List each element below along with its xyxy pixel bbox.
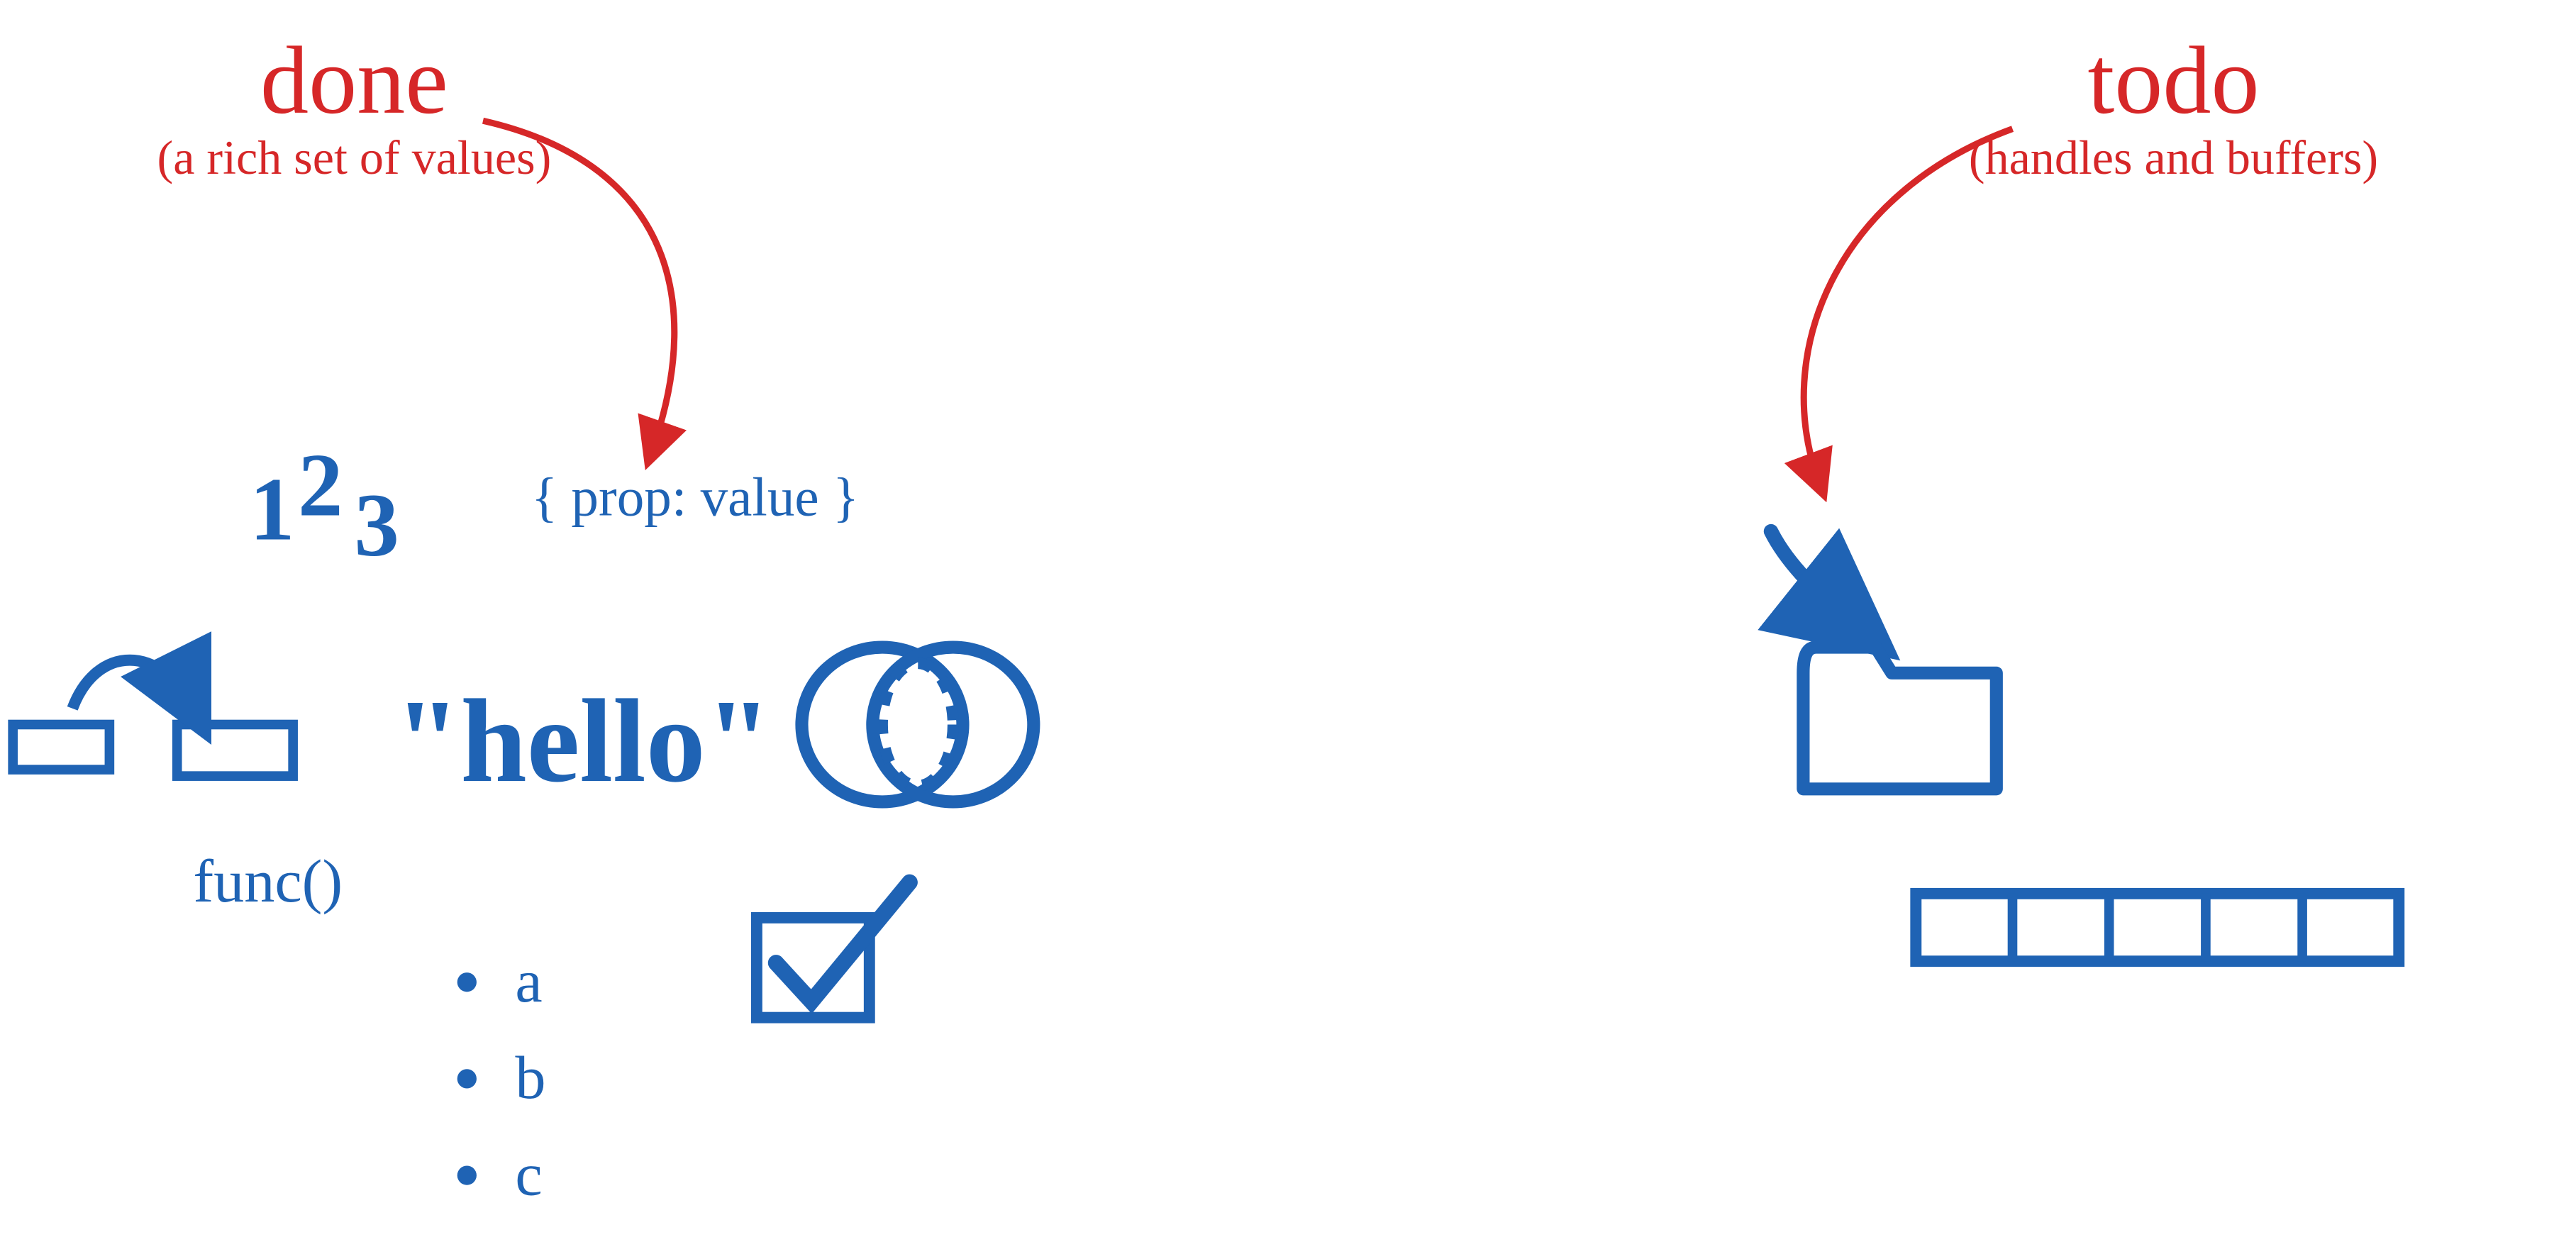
list-icon: a b c: [457, 947, 546, 1208]
svg-text:1: 1: [250, 460, 295, 559]
diagram-canvas: done (a rich set of values) 1 2 3 { prop…: [0, 0, 2576, 1256]
buffer-icon: [1916, 894, 2399, 961]
done-section: done (a rich set of values) 1 2 3 { prop…: [13, 28, 1033, 1208]
sets-icon: [801, 648, 1033, 802]
svg-text:2: 2: [298, 436, 343, 535]
string-value: "hello": [394, 675, 772, 807]
numbers-icon: 1 2 3: [250, 436, 399, 575]
folder-icon: [1803, 648, 1996, 789]
done-title: done: [260, 28, 448, 134]
svg-text:c: c: [515, 1140, 542, 1208]
svg-text:b: b: [515, 1043, 545, 1111]
todo-section: todo (handles and buffers): [1771, 28, 2399, 961]
todo-title: todo: [2087, 28, 2259, 134]
handle-arrow-icon: [1771, 531, 1860, 628]
function-reference-icon: [13, 660, 293, 776]
done-subtitle: (a rich set of values): [157, 131, 552, 184]
object-literal: { prop: value }: [531, 466, 859, 527]
boolean-icon: [757, 882, 910, 1018]
svg-text:a: a: [515, 947, 542, 1015]
todo-subtitle: (handles and buffers): [1969, 131, 2378, 184]
func-label: func(): [193, 847, 343, 915]
svg-text:3: 3: [354, 476, 399, 575]
